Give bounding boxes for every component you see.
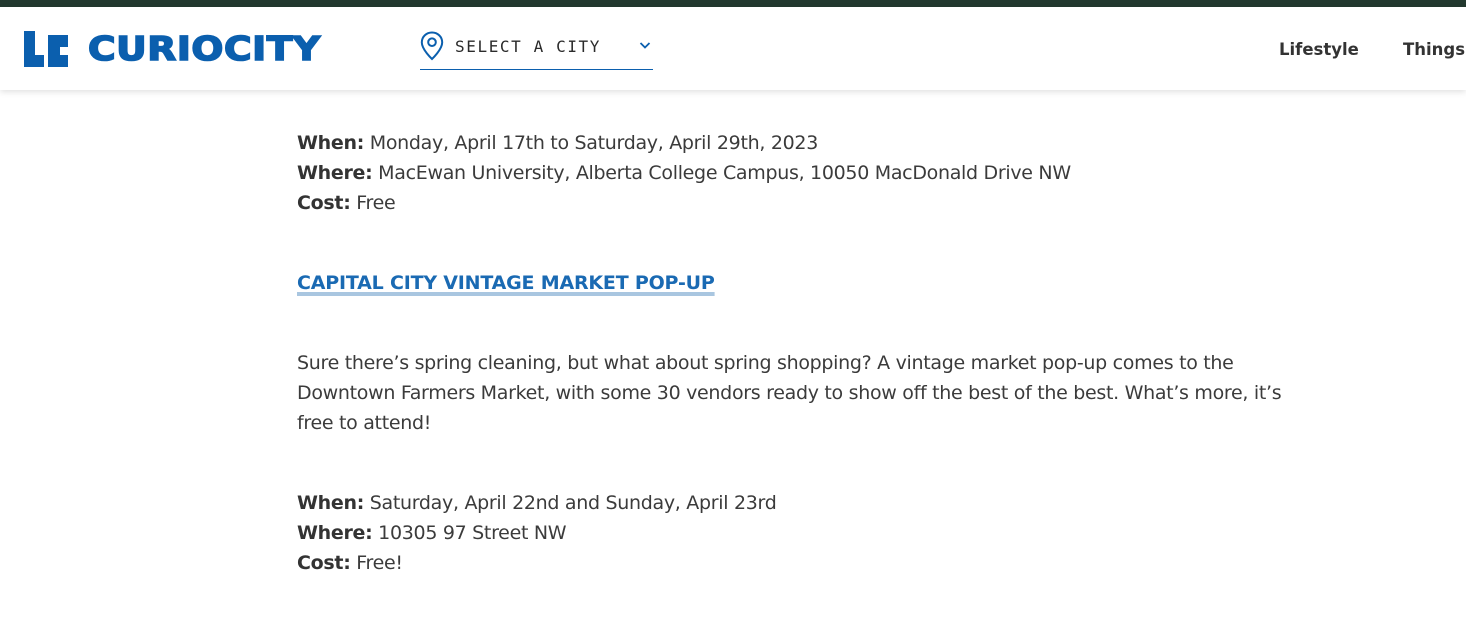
when-value: Monday, April 17th to Saturday, April 29… [364, 132, 819, 154]
where-value: MacEwan University, Alberta College Camp… [372, 162, 1071, 184]
curiocity-logo-mark-icon [24, 31, 68, 67]
location-pin-icon [420, 31, 444, 61]
site-header: CURIOCITY SELECT A CITY Lifestyle Things… [0, 7, 1466, 90]
event1-cost: Cost: Free [297, 188, 396, 218]
where-label: Where: [297, 162, 373, 184]
event2-title-link[interactable]: CAPITAL CITY VINTAGE MARKET POP-UP [297, 268, 715, 298]
event2-when: When: Saturday, April 22nd and Sunday, A… [297, 488, 777, 518]
event1-where: Where: MacEwan University, Alberta Colle… [297, 158, 1071, 188]
city-select-label: SELECT A CITY [455, 37, 602, 56]
nav-item-lifestyle[interactable]: Lifestyle [1279, 40, 1359, 59]
when-value: Saturday, April 22nd and Sunday, April 2… [364, 492, 777, 514]
when-label: When: [297, 132, 364, 154]
cost-label: Cost: [297, 192, 351, 214]
event2-cost: Cost: Free! [297, 548, 403, 578]
where-value: 10305 97 Street NW [372, 522, 567, 544]
logo-text: CURIOCITY [87, 29, 321, 68]
event2-where: Where: 10305 97 Street NW [297, 518, 567, 548]
cost-value: Free [350, 192, 396, 214]
where-label: Where: [297, 522, 373, 544]
city-select-dropdown[interactable]: SELECT A CITY [420, 31, 653, 70]
curiocity-logo[interactable]: CURIOCITY [24, 30, 321, 67]
nav-item-things-to-do[interactable]: Things T [1403, 40, 1466, 59]
when-label: When: [297, 492, 364, 514]
cost-label: Cost: [297, 552, 351, 574]
cost-value: Free! [350, 552, 403, 574]
top-accent-strip [0, 0, 1466, 7]
event1-when: When: Monday, April 17th to Saturday, Ap… [297, 128, 818, 158]
event2-description: Sure there’s spring cleaning, but what a… [297, 352, 1282, 434]
chevron-down-icon [639, 42, 651, 49]
